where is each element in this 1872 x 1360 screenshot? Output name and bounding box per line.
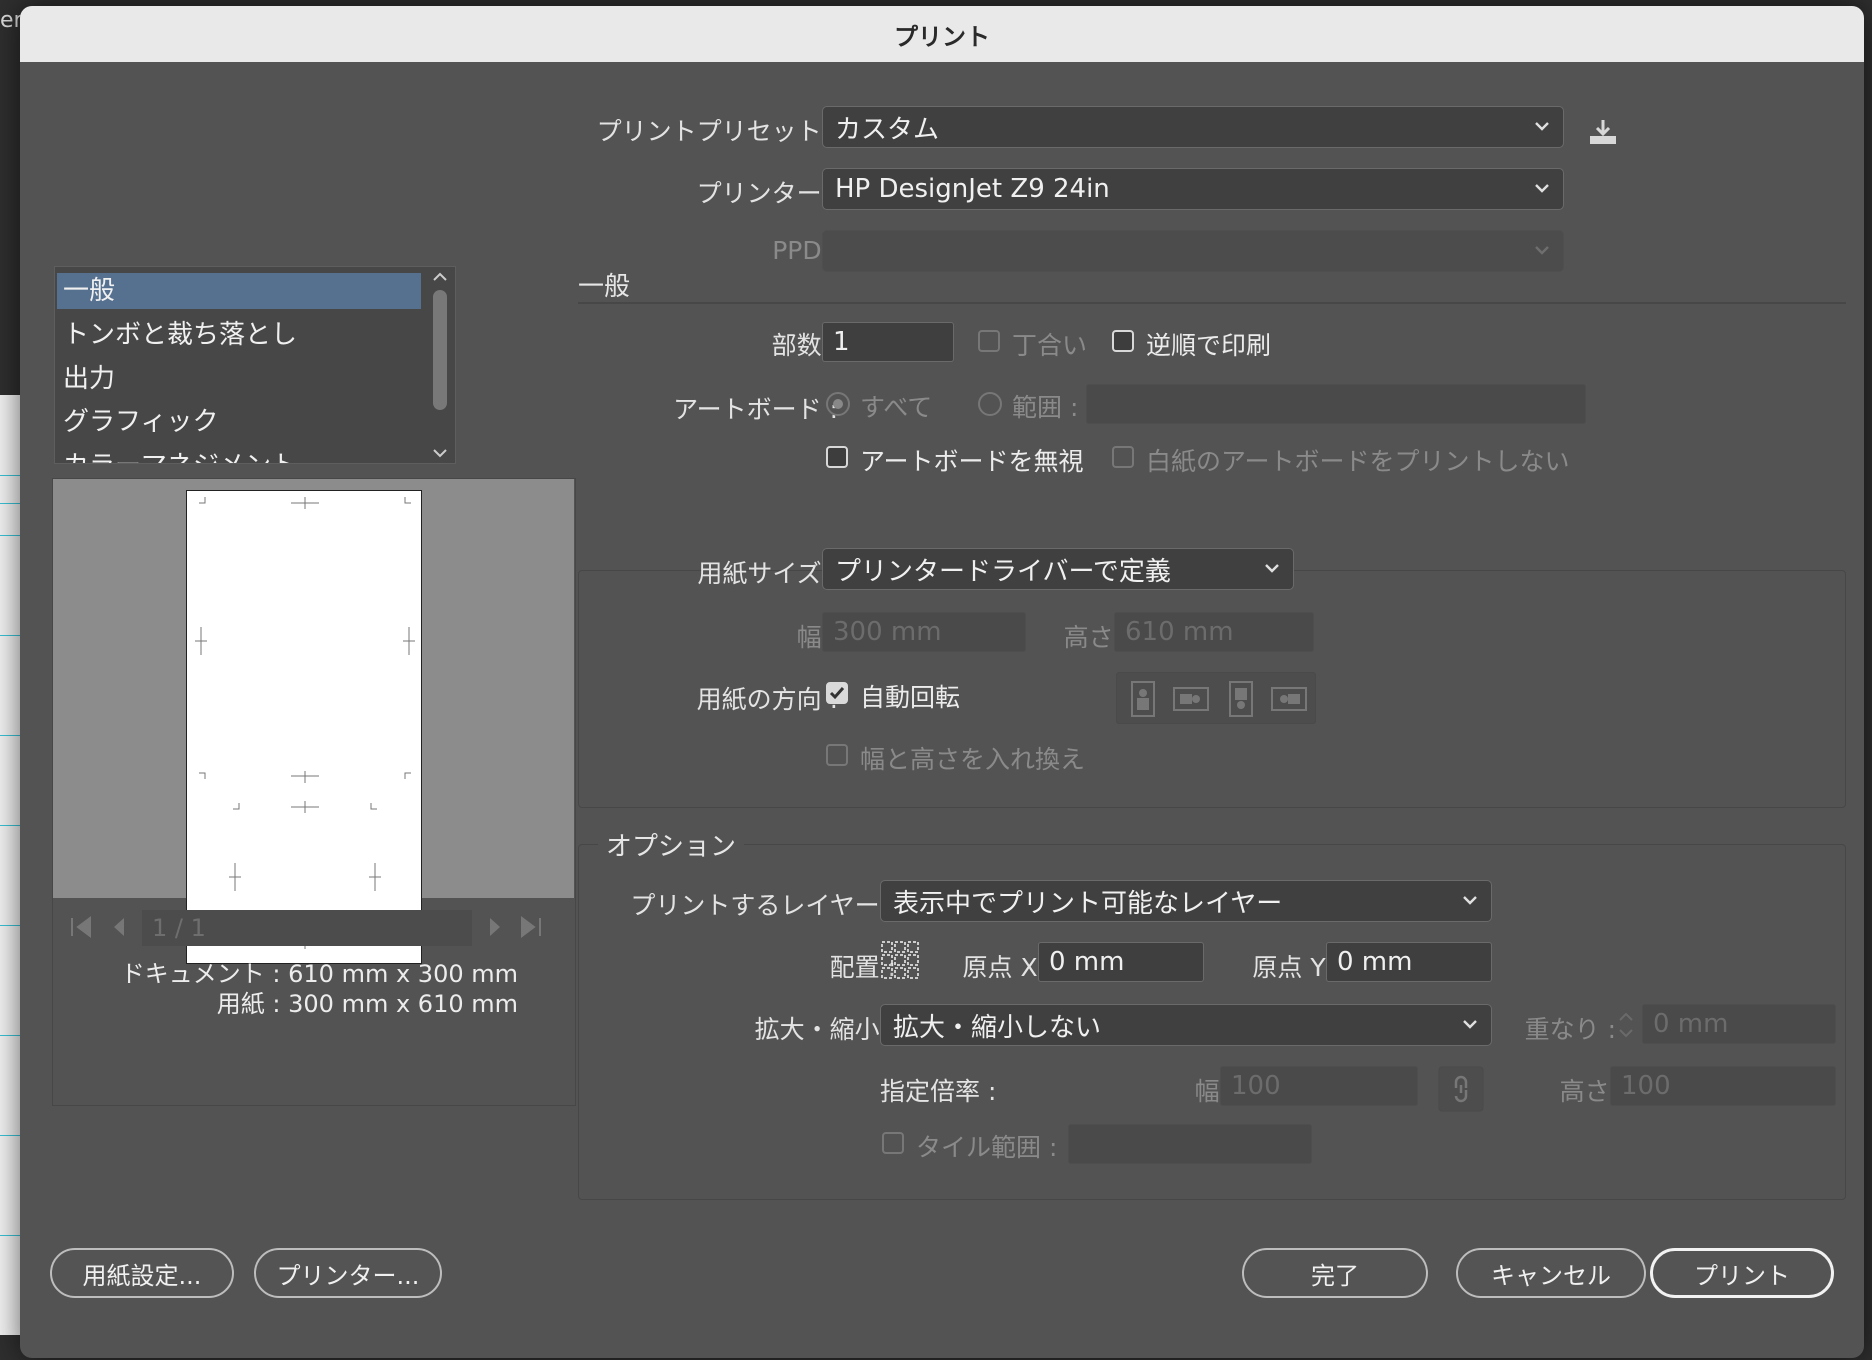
scaling-select[interactable]: 拡大・縮小しない	[880, 1004, 1492, 1046]
scale-height-input[interactable]: 100	[1610, 1066, 1836, 1106]
category-item-marks-bleed[interactable]: トンボと裁ち落とし	[63, 317, 423, 353]
skip-blank-checkbox[interactable]	[1112, 446, 1134, 468]
scale-width-label: 幅 :	[1194, 1077, 1236, 1106]
printer-select[interactable]: HP DesignJet Z9 24in	[822, 168, 1564, 210]
custom-scale-label: 指定倍率 :	[880, 1077, 997, 1106]
reverse-landscape-icon[interactable]	[1266, 676, 1312, 722]
chevron-down-icon	[1463, 1020, 1477, 1029]
paper-size-select[interactable]: プリンタードライバーで定義	[822, 548, 1294, 590]
copies-input[interactable]: 1	[822, 322, 954, 362]
layers-value: 表示中でプリント可能なレイヤー	[893, 888, 1283, 919]
scale-width-input[interactable]: 100	[1220, 1066, 1418, 1106]
artboard-all-radio[interactable]	[826, 392, 850, 416]
scaling-label: 拡大・縮小 :	[754, 1015, 896, 1044]
artboard-range-radio[interactable]	[978, 392, 1002, 416]
artboard-label: アートボード :	[673, 395, 838, 424]
cancel-button[interactable]: キャンセル	[1456, 1248, 1646, 1298]
chevron-down-icon	[1535, 246, 1549, 255]
transverse-checkbox[interactable]	[826, 744, 848, 766]
page-setup-button[interactable]: 用紙設定...	[50, 1248, 234, 1298]
width-label: 幅 :	[796, 623, 838, 652]
overlap-label: 重なり :	[1524, 1015, 1616, 1044]
paper-size-value: プリンタードライバーで定義	[835, 556, 1171, 587]
category-item-color-management[interactable]: カラーマネジメント	[63, 448, 423, 463]
transverse-label: 幅と高さを入れ換え	[860, 745, 1086, 774]
section-divider	[578, 302, 1846, 304]
layers-label: プリントするレイヤー :	[630, 891, 896, 920]
chevron-down-icon	[1535, 122, 1549, 131]
width-input[interactable]: 300 mm	[822, 612, 1026, 652]
origin-x-label: 原点 X :	[962, 953, 1054, 982]
ignore-artboards-checkbox[interactable]	[826, 446, 848, 468]
link-icon[interactable]	[1438, 1066, 1484, 1112]
category-list[interactable]: 一般 トンボと裁ち落とし 出力 グラフィック カラーマネジメント 詳細	[54, 266, 456, 464]
portrait-icon[interactable]	[1120, 676, 1166, 722]
artboard-range-label: 範囲 :	[1012, 393, 1079, 422]
placement-grid-icon[interactable]	[880, 940, 920, 980]
preset-select[interactable]: カスタム	[822, 106, 1564, 148]
reverse-portrait-icon[interactable]	[1218, 676, 1264, 722]
ignore-artboards-label: アートボードを無視	[860, 447, 1084, 476]
orientation-label: 用紙の方向 :	[696, 685, 838, 714]
overlap-stepper[interactable]	[1612, 1004, 1640, 1046]
height-input[interactable]: 610 mm	[1114, 612, 1314, 652]
chevron-down-icon	[1535, 184, 1549, 193]
placement-label: 配置 :	[829, 953, 896, 982]
overlap-input[interactable]: 0 mm	[1642, 1004, 1836, 1044]
layers-select[interactable]: 表示中でプリント可能なレイヤー	[880, 880, 1492, 922]
landscape-icon[interactable]	[1168, 676, 1214, 722]
background-canvas-strip	[0, 395, 22, 1335]
reverse-order-label: 逆順で印刷	[1146, 331, 1272, 360]
printer-value: HP DesignJet Z9 24in	[835, 174, 1110, 204]
origin-y-input[interactable]: 0 mm	[1326, 942, 1492, 982]
category-item-general[interactable]: 一般	[57, 273, 421, 309]
print-dialog: プリント プリントプリセット : カスタム プリンター : HP DesignJ…	[20, 6, 1864, 1358]
artboard-range-input[interactable]	[1086, 384, 1586, 424]
preset-label: プリントプリセット :	[596, 117, 838, 146]
origin-x-input[interactable]: 0 mm	[1038, 942, 1204, 982]
preview-frame	[52, 478, 576, 1106]
chevron-down-icon	[1463, 896, 1477, 905]
tile-range-label: タイル範囲 :	[916, 1133, 1058, 1162]
done-button[interactable]: 完了	[1242, 1248, 1428, 1298]
category-item-output[interactable]: 出力	[63, 361, 423, 397]
copies-label: 部数 :	[771, 331, 838, 360]
category-item-graphics[interactable]: グラフィック	[63, 404, 423, 440]
height-label: 高さ :	[1063, 623, 1130, 652]
save-preset-icon[interactable]	[1586, 118, 1620, 148]
tile-range-checkbox[interactable]	[882, 1132, 904, 1154]
collate-checkbox[interactable]	[978, 330, 1000, 352]
dialog-title: プリント	[20, 6, 1864, 62]
chevron-down-icon	[1265, 564, 1279, 573]
paper-size-label: 用紙サイズ :	[697, 559, 838, 588]
skip-blank-label: 白紙のアートボードをプリントしない	[1146, 447, 1570, 476]
ppd-select[interactable]	[822, 230, 1564, 272]
collate-label: 丁合い	[1012, 331, 1088, 360]
preset-value: カスタム	[835, 114, 940, 145]
checkmark-icon	[829, 687, 845, 700]
auto-rotate-label: 自動回転	[860, 683, 961, 712]
tile-range-input[interactable]	[1068, 1124, 1312, 1164]
list-scrollbar[interactable]	[428, 268, 452, 464]
reverse-order-checkbox[interactable]	[1112, 330, 1134, 352]
auto-rotate-checkbox[interactable]	[826, 682, 848, 704]
scale-height-label: 高さ :	[1559, 1077, 1626, 1106]
artboard-all-label: すべて	[860, 393, 933, 422]
printer-button[interactable]: プリンター...	[254, 1248, 442, 1298]
origin-y-label: 原点 Y :	[1252, 953, 1342, 982]
print-button[interactable]: プリント	[1650, 1248, 1834, 1298]
printer-label: プリンター :	[696, 179, 838, 208]
scaling-value: 拡大・縮小しない	[893, 1012, 1102, 1043]
options-section-title: オプション	[598, 826, 745, 863]
general-section-title: 一般	[578, 272, 631, 302]
ppd-label: PPD :	[772, 236, 838, 265]
